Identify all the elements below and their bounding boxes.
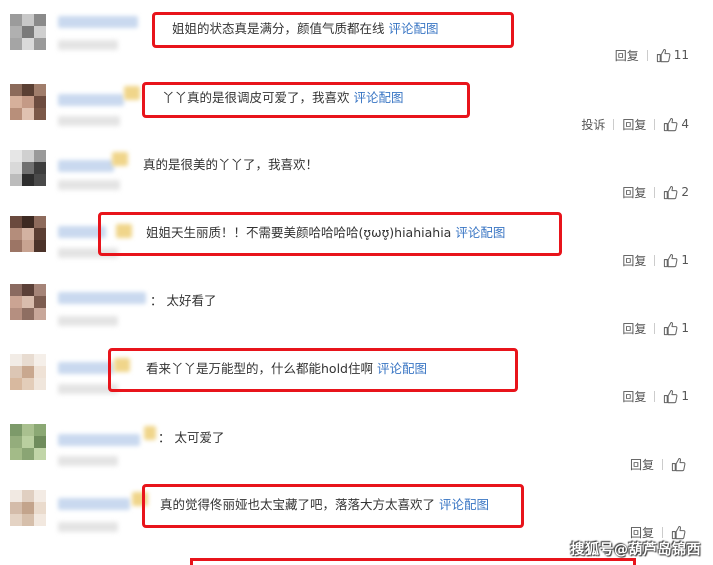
image-link[interactable]: 评论配图	[377, 361, 427, 376]
comment-body: ： 太好看了	[150, 293, 217, 308]
like-count: 11	[673, 48, 689, 62]
divider	[662, 458, 663, 470]
divider	[613, 118, 615, 130]
comment-item: 丫丫真的是很调皮可爱了，我喜欢 评论配图 投诉 回复 4	[0, 70, 713, 138]
like-count: 1	[681, 253, 689, 267]
like-count: 4	[681, 117, 689, 131]
image-link[interactable]: 评论配图	[354, 90, 404, 105]
avatar[interactable]	[10, 14, 46, 50]
comment-text: 姐姐的状态真是满分，颜值气质都在线 评论配图	[172, 20, 439, 38]
divider	[654, 322, 656, 334]
avatar[interactable]	[10, 490, 46, 526]
like-count: 1	[681, 321, 689, 335]
thumbs-up-icon[interactable]	[663, 117, 678, 132]
reply-button[interactable]: 回复	[622, 320, 646, 337]
username-blurred[interactable]	[58, 498, 130, 510]
comment-item: ： 太好看了 回复 1	[0, 276, 713, 344]
comment-item: 真的是很美的丫丫了，我喜欢！ 回复 2	[0, 140, 713, 208]
comment-body: 丫丫真的是很调皮可爱了，我喜欢	[162, 90, 350, 105]
comment-body: 姐姐天生丽质！！不需要美颜哈哈哈哈(ʊ̥ωʊ̥)hiahiahia	[146, 225, 452, 240]
avatar[interactable]	[10, 424, 46, 460]
comment-item: 姐姐的状态真是满分，颜值气质都在线 评论配图 回复 11	[0, 0, 713, 68]
comment-actions: 回复 2	[622, 183, 689, 201]
avatar[interactable]	[10, 354, 46, 390]
comment-text: 看来丫丫是万能型的，什么都能hold住啊 评论配图	[146, 360, 427, 378]
reply-button[interactable]: 回复	[630, 456, 654, 473]
thumbs-up-icon[interactable]	[671, 457, 686, 472]
comment-actions: 回复	[630, 455, 689, 473]
reply-button[interactable]: 回复	[622, 116, 646, 133]
divider	[654, 390, 656, 402]
thumbs-up-icon[interactable]	[663, 185, 678, 200]
comment-text: 姐姐天生丽质！！不需要美颜哈哈哈哈(ʊ̥ωʊ̥)hiahiahia 评论配图	[146, 224, 505, 242]
like-count: 2	[681, 185, 689, 199]
avatar[interactable]	[10, 284, 46, 320]
comment-body: ： 太可爱了	[158, 430, 225, 445]
comment-body: 看来丫丫是万能型的，什么都能hold住啊	[146, 361, 373, 376]
reply-button[interactable]: 回复	[622, 252, 646, 269]
comment-actions: 回复 11	[615, 46, 689, 64]
comment-actions: 回复 1	[622, 251, 689, 269]
meta-blurred	[58, 116, 120, 126]
username-blurred[interactable]	[58, 362, 114, 374]
comment-actions: 回复 1	[622, 387, 689, 405]
comment-item: ： 太可爱了 回复	[0, 412, 713, 480]
comment-item: 姐姐天生丽质！！不需要美颜哈哈哈哈(ʊ̥ωʊ̥)hiahiahia 评论配图 回复…	[0, 208, 713, 276]
comment-text: 真的是很美的丫丫了，我喜欢！	[143, 156, 318, 174]
comment-item: 看来丫丫是万能型的，什么都能hold住啊 评论配图 回复 1	[0, 344, 713, 412]
divider	[646, 49, 648, 61]
reply-button[interactable]: 回复	[622, 184, 646, 201]
username-blurred[interactable]	[58, 16, 138, 28]
image-link[interactable]: 评论配图	[455, 225, 505, 240]
reply-button[interactable]: 回复	[615, 47, 639, 64]
highlight-box-partial	[190, 558, 636, 565]
badge-blurred	[144, 426, 156, 440]
comment-body: 真的觉得佟丽娅也太宝藏了吧，落落大方太喜欢了	[160, 497, 436, 512]
meta-blurred	[58, 40, 118, 50]
divider	[654, 186, 656, 198]
like-count: 1	[681, 389, 689, 403]
divider	[654, 254, 656, 266]
watermark: 搜狐号@葫芦岛锦西	[570, 542, 701, 558]
avatar[interactable]	[10, 216, 46, 252]
image-link[interactable]: 评论配图	[439, 497, 489, 512]
badge-blurred	[124, 86, 140, 100]
avatar[interactable]	[10, 150, 46, 186]
comment-body: 姐姐的状态真是满分，颜值气质都在线	[172, 21, 385, 36]
comment-text: ： 太可爱了	[158, 429, 224, 447]
comment-page: 姐姐的状态真是满分，颜值气质都在线 评论配图 回复 11 丫丫真的是很调皮可爱了…	[0, 0, 713, 565]
divider	[654, 118, 656, 130]
meta-blurred	[58, 316, 118, 326]
comment-text: 真的觉得佟丽娅也太宝藏了吧，落落大方太喜欢了 评论配图	[160, 496, 489, 514]
comment-body: 真的是很美的丫丫了，我喜欢！	[143, 157, 319, 172]
username-blurred[interactable]	[58, 94, 124, 106]
username-blurred[interactable]	[58, 434, 140, 446]
thumbs-up-icon[interactable]	[663, 389, 678, 404]
thumbs-up-icon[interactable]	[663, 321, 678, 336]
reply-button[interactable]: 回复	[630, 524, 654, 541]
username-blurred[interactable]	[58, 160, 114, 172]
comment-actions: 回复 1	[622, 319, 689, 337]
comment-text: 丫丫真的是很调皮可爱了，我喜欢 评论配图	[162, 89, 404, 107]
comment-actions: 投诉 回复 4	[581, 115, 689, 133]
badge-blurred	[112, 152, 128, 166]
comment-list: 姐姐的状态真是满分，颜值气质都在线 评论配图 回复 11 丫丫真的是很调皮可爱了…	[0, 0, 713, 565]
thumbs-up-icon[interactable]	[663, 253, 678, 268]
reply-button[interactable]: 回复	[622, 388, 646, 405]
meta-blurred	[58, 522, 118, 532]
avatar[interactable]	[10, 84, 46, 120]
image-link[interactable]: 评论配图	[389, 21, 439, 36]
thumbs-up-icon[interactable]	[671, 525, 686, 540]
meta-blurred	[58, 456, 118, 466]
report-button[interactable]: 投诉	[581, 116, 605, 133]
divider	[662, 526, 663, 538]
meta-blurred	[58, 180, 120, 190]
comment-text: ： 太好看了	[150, 292, 216, 310]
thumbs-up-icon[interactable]	[656, 48, 671, 63]
username-blurred[interactable]	[58, 292, 146, 304]
